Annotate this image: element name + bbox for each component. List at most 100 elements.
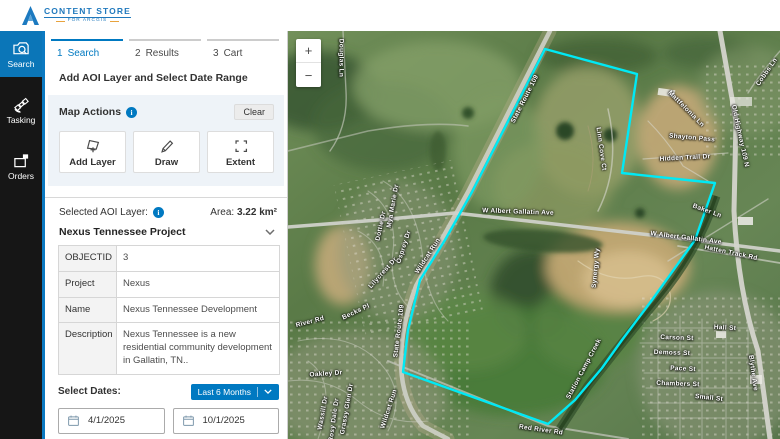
street-label: Baker Ln [692,203,723,220]
street-label: Lilycrest Dr [367,256,399,290]
end-date-input[interactable]: 10/1/2025 [173,408,280,434]
step-label: Search [68,48,100,59]
street-label: State Route 109 [510,74,540,125]
attr-key: Name [59,298,117,323]
street-label: Wildcat Run [379,389,398,430]
info-icon[interactable]: i [153,207,164,218]
street-label: Mattfelonia Ln [666,89,705,128]
date-preset-dropdown[interactable]: Last 6 Months [191,384,279,400]
step-label: Results [146,48,179,59]
street-label: Becks Pl [341,303,371,322]
street-label: Dottie Dr [374,211,387,242]
add-layer-button[interactable]: Add Layer [59,131,126,173]
aoi-attributes-table: OBJECTID 3 Project Nexus Name Nexus Tenn… [58,245,280,375]
extent-button[interactable]: Extent [207,131,274,173]
street-label: Hidden Trail Dr [659,153,710,163]
table-row: Project Nexus [59,272,279,298]
street-label: State Route 109 [392,304,405,358]
step-label: Cart [224,48,243,59]
orders-box-icon [12,152,31,169]
start-date-value: 4/1/2025 [88,415,125,426]
area-value: 3.22 km² [237,207,277,218]
info-icon[interactable]: i [126,107,137,118]
clear-button[interactable]: Clear [234,104,274,120]
street-label: Small St [695,393,724,403]
app-window: CONTENT STORE FOR ARCGIS Search [0,0,780,439]
extent-brackets-icon [232,137,250,155]
street-label: Grassy Glen Dr [339,383,355,435]
draw-label: Draw [155,157,178,168]
street-label: Cobbs Ln [755,57,779,88]
street-label: Hall St [714,324,737,332]
draw-button[interactable]: Draw [133,131,200,173]
button-divider [257,387,258,397]
chevron-down-icon [265,229,275,235]
wizard-steps: 1 Search 2 Results 3 Cart [45,31,287,59]
area-label: Area: [210,207,234,218]
street-label: Rosy Dale Dr [327,398,340,439]
layer-accordion-header[interactable]: Nexus Tennessee Project [59,226,275,238]
sidebar-item-label: Tasking [7,115,36,125]
attr-value: 3 [117,246,279,271]
sidebar-item-search[interactable]: Search [0,31,42,77]
sidebar-item-orders[interactable]: Orders [0,143,42,189]
search-panel: 1 Search 2 Results 3 Cart Add AOI Layer … [42,31,288,439]
add-layer-icon [84,137,102,155]
street-label: Carson St [660,334,694,342]
street-label: Wassill Dr [317,396,330,431]
content-store-logo[interactable]: CONTENT STORE FOR ARCGIS [22,6,131,25]
logo-triangle-icon [22,6,39,25]
calendar-icon [67,414,80,427]
satellite-icon [12,96,31,113]
attr-value: Nexus Tennessee Development [117,298,279,323]
step-tab-search[interactable]: 1 Search [51,39,123,59]
sidebar-item-label: Orders [8,171,34,181]
street-label: Synergy Wy [591,248,601,289]
step-number: 3 [213,48,219,59]
calendar-icon [182,414,195,427]
street-label: Wildcat Run [414,237,442,275]
step-tab-cart[interactable]: 3 Cart [207,39,279,59]
sidebar-item-label: Search [8,59,35,69]
street-label: W Albert Gallatin Ave [650,230,722,246]
sidebar-item-tasking[interactable]: Tasking [0,87,42,133]
table-row: Description Nexus Tennessee is a new res… [59,323,279,373]
attr-key: Description [59,323,117,373]
map-actions-text: Map Actions [59,106,121,118]
map-zoom-control: + − [296,39,321,87]
zoom-out-button[interactable]: − [296,63,321,87]
street-label: W Albert Gallatin Ave [482,207,554,216]
date-preset-label: Last 6 Months [198,387,251,397]
zoom-in-button[interactable]: + [296,39,321,63]
street-label: Demoss St [654,349,691,357]
street-label: Douglas Ln [338,39,345,77]
table-row: OBJECTID 3 [59,246,279,272]
step-tab-results[interactable]: 2 Results [129,39,201,59]
extent-label: Extent [226,157,255,168]
street-label: Red River Rd [519,423,564,436]
street-label: Blythe Ave [747,355,759,392]
attr-value: Nexus [117,272,279,297]
street-label: Oakley Dr [309,369,342,378]
street-label: Mya Marie Dr [386,184,401,229]
select-dates-label: Select Dates: [58,386,121,397]
layer-name: Nexus Tennessee Project [59,226,185,238]
attr-value: Nexus Tennessee is a new residential com… [117,323,279,373]
aoi-area: Area: 3.22 km² [210,207,277,218]
street-label: Old Highway 109 N [730,104,750,168]
sidebar: Search Tasking Orders [0,31,42,439]
street-label: Hatten Track Rd [704,244,758,262]
street-label: River Rd [295,315,325,329]
chevron-down-icon [264,389,272,394]
step-number: 2 [135,48,141,59]
attr-key: OBJECTID [59,246,117,271]
start-date-input[interactable]: 4/1/2025 [58,408,165,434]
attr-key: Project [59,272,117,297]
step-number: 1 [57,48,63,59]
street-label: Osprey Dr [395,230,412,265]
selected-aoi-text: Selected AOI Layer: [59,207,148,218]
search-images-icon [12,40,31,57]
map-canvas[interactable]: Douglas Ln State Route 109 State Route 109… [288,31,780,439]
map-actions-label: Map Actions i [59,106,137,118]
street-label: Linn Cove Ct [594,127,607,171]
